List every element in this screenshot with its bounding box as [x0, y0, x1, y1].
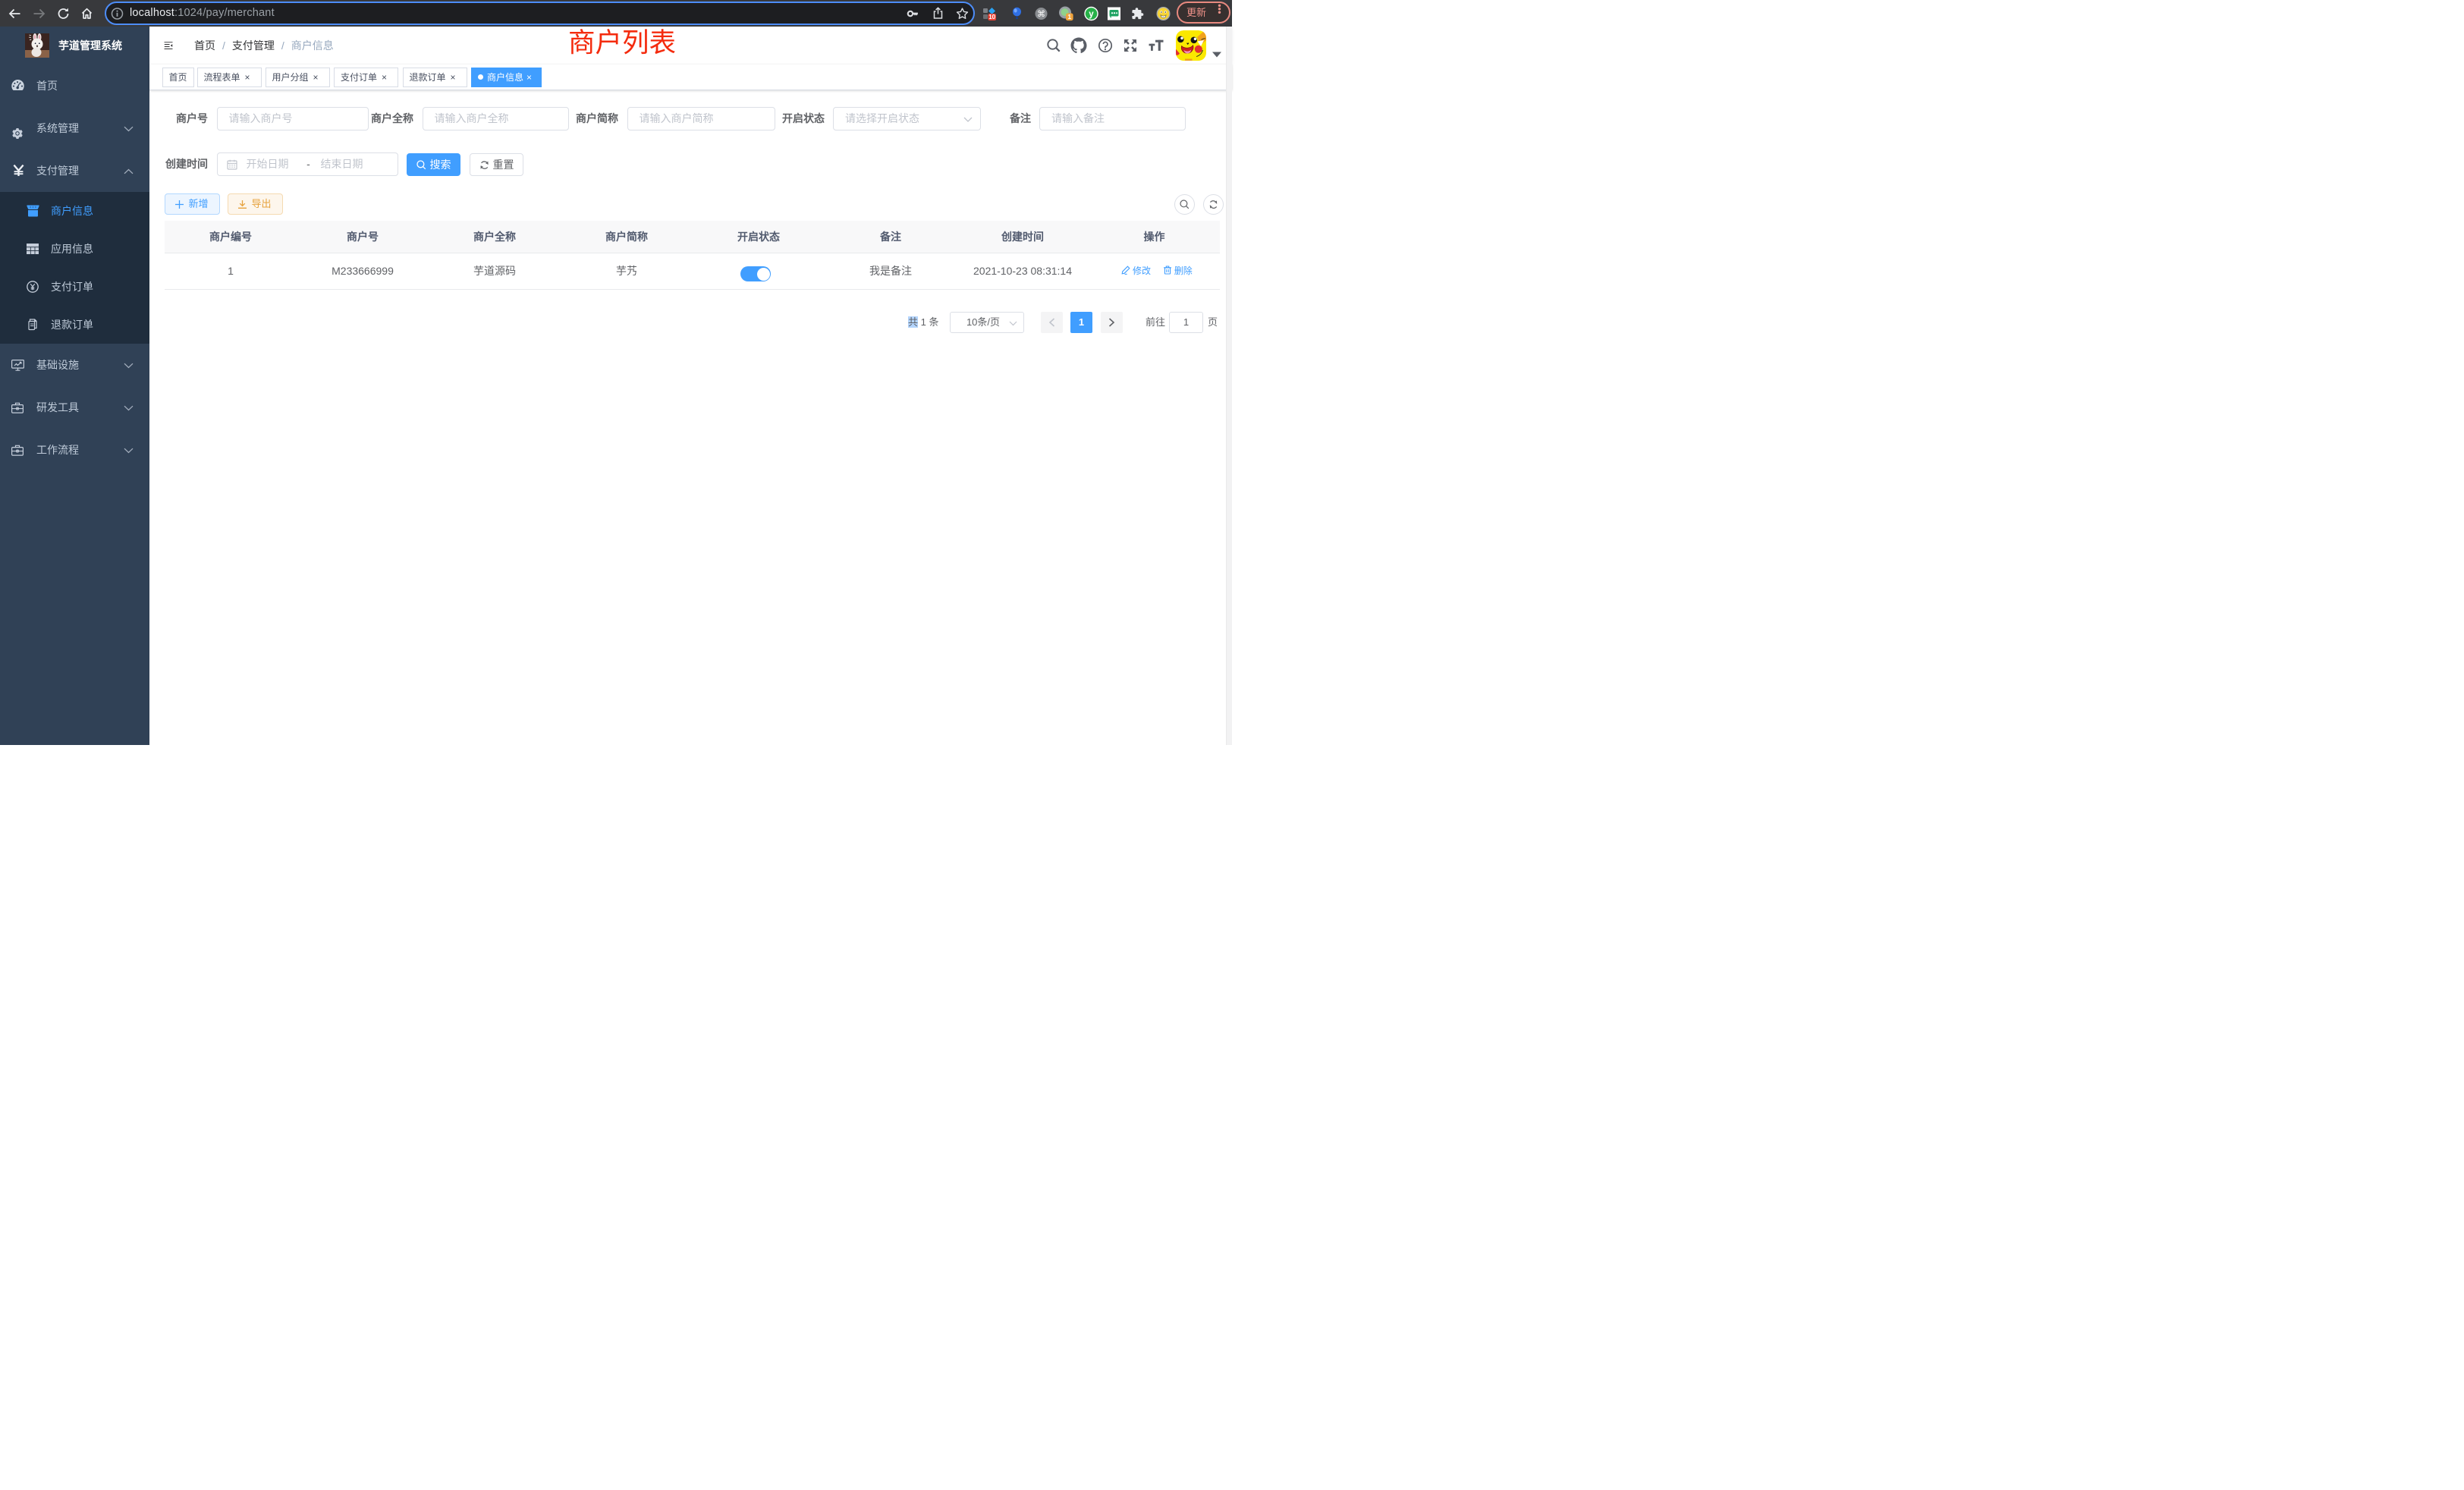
svg-text:⌘: ⌘: [1037, 9, 1045, 18]
svg-text:1: 1: [1067, 13, 1071, 20]
svg-text:y: y: [1089, 10, 1094, 19]
svg-text:10: 10: [988, 14, 995, 20]
